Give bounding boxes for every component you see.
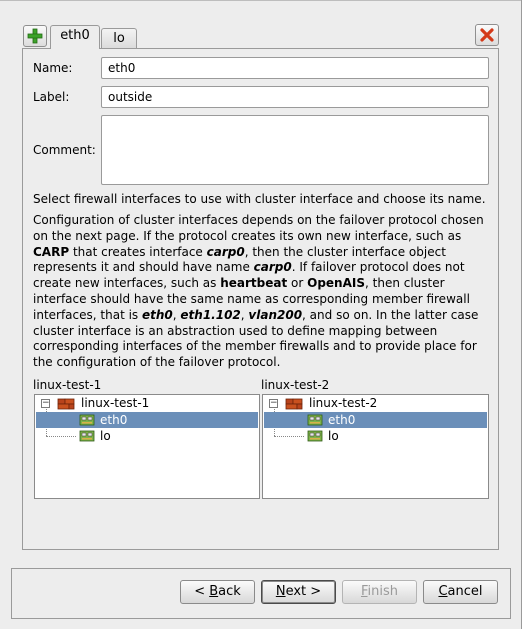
network-interface-icon [79, 430, 95, 442]
window-top-border [0, 0, 522, 1]
tree-linux-test-2[interactable]: − linux-test-2 eth0 lo [262, 394, 489, 499]
tree-line [46, 436, 76, 437]
tree-item-label: eth0 [100, 413, 128, 427]
comment-textarea[interactable] [101, 115, 489, 185]
comment-label: Comment: [33, 143, 96, 157]
tree-item-label: eth0 [328, 413, 356, 427]
tree-title-linux-test-1: linux-test-1 [33, 378, 102, 392]
firewall-icon [57, 398, 75, 410]
name-label: Name: [33, 61, 73, 75]
description-text: Configuration of cluster interfaces depe… [33, 213, 484, 370]
tree-title-linux-test-2: linux-test-2 [261, 378, 330, 392]
next-button[interactable]: Next > [261, 580, 336, 604]
tree-item-label: lo [328, 429, 339, 443]
tree-selection [36, 412, 258, 428]
intro-text: Select firewall interfaces to use with c… [33, 192, 486, 206]
tree-root-label: linux-test-2 [309, 396, 378, 410]
collapse-icon[interactable]: − [41, 399, 50, 408]
network-interface-icon [307, 414, 323, 426]
finish-button[interactable]: Finish [342, 580, 417, 604]
cancel-button[interactable]: Cancel [423, 580, 498, 604]
tree-selection [264, 412, 487, 428]
tab-eth0[interactable]: eth0 [50, 25, 100, 49]
close-icon [480, 28, 494, 42]
network-interface-icon [307, 430, 323, 442]
tree-linux-test-1[interactable]: − linux-test-1 eth0 lo [34, 394, 260, 499]
tab-lo[interactable]: lo [101, 28, 137, 50]
back-button[interactable]: < Back [180, 580, 255, 604]
plus-icon [27, 28, 43, 44]
tree-root-label: linux-test-1 [81, 396, 150, 410]
remove-interface-button[interactable] [475, 24, 499, 46]
label-label: Label: [33, 90, 70, 104]
add-interface-button[interactable] [23, 25, 47, 47]
label-input[interactable]: outside [101, 86, 489, 108]
collapse-icon[interactable]: − [269, 399, 278, 408]
name-input[interactable]: eth0 [101, 57, 489, 79]
firewall-icon [285, 398, 303, 410]
network-interface-icon [79, 414, 95, 426]
tree-item-label: lo [100, 429, 111, 443]
tree-line [274, 436, 304, 437]
